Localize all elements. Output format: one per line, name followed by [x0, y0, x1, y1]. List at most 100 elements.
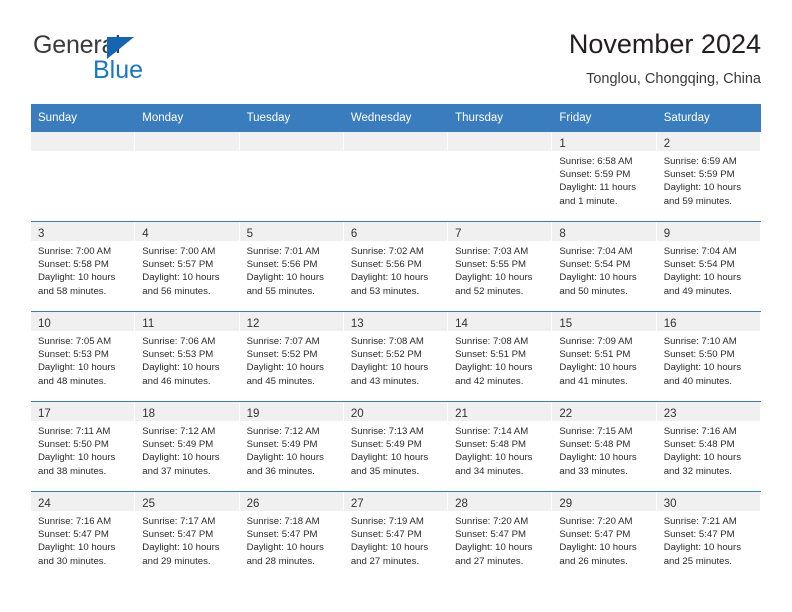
day-info: Sunrise: 7:20 AM Sunset: 5:47 PM Dayligh… — [448, 511, 551, 568]
sunset-text: Sunset: 5:47 PM — [38, 529, 109, 541]
day-cell[interactable]: 14 Sunrise: 7:08 AM Sunset: 5:51 PM Dayl… — [448, 311, 553, 402]
day-info: Sunrise: 7:06 AM Sunset: 5:53 PM Dayligh… — [135, 331, 238, 388]
day-cell[interactable] — [239, 132, 344, 222]
day-cell[interactable] — [343, 132, 449, 222]
day-number: 25 — [142, 498, 156, 510]
sunrise-text: Sunrise: 7:09 AM — [559, 336, 633, 347]
sunset-text: Sunset: 5:47 PM — [663, 529, 735, 541]
day-cell[interactable]: 9 Sunrise: 7:04 AM Sunset: 5:54 PM Dayli… — [656, 221, 761, 312]
daylight-text-line2: and 1 minute. — [559, 195, 618, 207]
day-cell-inner: 1 Sunrise: 6:58 AM Sunset: 5:59 PM Dayli… — [552, 132, 657, 221]
day-cell-inner: 16 Sunrise: 7:10 AM Sunset: 5:50 PM Dayl… — [656, 312, 761, 401]
daylight-text-line2: and 45 minutes. — [246, 375, 315, 387]
day-cell[interactable]: 26 Sunrise: 7:18 AM Sunset: 5:47 PM Dayl… — [239, 491, 344, 581]
day-cell[interactable]: 3 Sunrise: 7:00 AM Sunset: 5:58 PM Dayli… — [31, 221, 136, 312]
daylight-text-line1: Daylight: 10 hours — [246, 272, 324, 284]
day-cell[interactable]: 29 Sunrise: 7:20 AM Sunset: 5:47 PM Dayl… — [552, 491, 657, 581]
day-cell[interactable] — [448, 132, 553, 222]
day-number-band: 17 — [31, 402, 135, 421]
daylight-text-line2: and 33 minutes. — [559, 465, 628, 477]
day-cell-inner: 12 Sunrise: 7:07 AM Sunset: 5:52 PM Dayl… — [239, 312, 344, 401]
day-cell[interactable]: 5 Sunrise: 7:01 AM Sunset: 5:56 PM Dayli… — [239, 221, 344, 312]
day-number-band: 23 — [656, 402, 760, 421]
day-cell[interactable]: 27 Sunrise: 7:19 AM Sunset: 5:47 PM Dayl… — [343, 491, 449, 581]
day-cell[interactable]: 23 Sunrise: 7:16 AM Sunset: 5:48 PM Dayl… — [656, 401, 761, 492]
day-cell[interactable]: 8 Sunrise: 7:04 AM Sunset: 5:54 PM Dayli… — [552, 221, 657, 312]
sunrise-text: Sunrise: 7:10 AM — [663, 336, 737, 347]
week-row: 17 Sunrise: 7:11 AM Sunset: 5:50 PM Dayl… — [31, 401, 761, 492]
day-cell-inner: 10 Sunrise: 7:05 AM Sunset: 5:53 PM Dayl… — [31, 312, 136, 401]
day-number-band: 3 — [31, 222, 135, 241]
sunrise-text: Sunrise: 7:02 AM — [350, 246, 424, 257]
day-cell[interactable]: 28 Sunrise: 7:20 AM Sunset: 5:47 PM Dayl… — [448, 491, 553, 581]
daylight-text-line2: and 36 minutes. — [246, 465, 315, 477]
day-cell[interactable]: 6 Sunrise: 7:02 AM Sunset: 5:56 PM Dayli… — [343, 221, 449, 312]
sunset-text: Sunset: 5:48 PM — [663, 439, 735, 451]
day-cell-inner: 28 Sunrise: 7:20 AM Sunset: 5:47 PM Dayl… — [448, 492, 553, 581]
day-cell[interactable]: 15 Sunrise: 7:09 AM Sunset: 5:51 PM Dayl… — [552, 311, 657, 402]
day-cell[interactable]: 25 Sunrise: 7:17 AM Sunset: 5:47 PM Dayl… — [135, 491, 240, 581]
daylight-text-line2: and 34 minutes. — [455, 465, 524, 477]
day-cell[interactable]: 10 Sunrise: 7:05 AM Sunset: 5:53 PM Dayl… — [31, 311, 136, 402]
day-cell[interactable]: 22 Sunrise: 7:15 AM Sunset: 5:48 PM Dayl… — [552, 401, 657, 492]
day-cell[interactable] — [31, 132, 136, 222]
sunrise-text: Sunrise: 7:04 AM — [559, 246, 633, 257]
day-cell[interactable]: 18 Sunrise: 7:12 AM Sunset: 5:49 PM Dayl… — [135, 401, 240, 492]
sunrise-text: Sunrise: 6:59 AM — [663, 156, 737, 167]
sunrise-text: Sunrise: 7:18 AM — [246, 516, 320, 527]
day-number-band: 18 — [135, 402, 239, 421]
day-number-band: 2 — [656, 132, 760, 151]
sunrise-text: Sunrise: 7:01 AM — [246, 246, 320, 257]
day-number-band: 30 — [656, 492, 760, 511]
sunset-text: Sunset: 5:47 PM — [455, 529, 527, 541]
sunrise-text: Sunrise: 7:16 AM — [38, 516, 112, 527]
day-number: 1 — [559, 138, 566, 150]
day-cell[interactable]: 17 Sunrise: 7:11 AM Sunset: 5:50 PM Dayl… — [31, 401, 136, 492]
day-cell[interactable]: 13 Sunrise: 7:08 AM Sunset: 5:52 PM Dayl… — [343, 311, 449, 402]
week-row: 24 Sunrise: 7:16 AM Sunset: 5:47 PM Dayl… — [31, 491, 761, 581]
general-blue-logo[interactable]: General Blue — [31, 32, 231, 90]
day-cell[interactable]: 4 Sunrise: 7:00 AM Sunset: 5:57 PM Dayli… — [135, 221, 240, 312]
daylight-text-line1: Daylight: 10 hours — [350, 362, 429, 374]
day-cell[interactable]: 1 Sunrise: 6:58 AM Sunset: 5:59 PM Dayli… — [552, 132, 657, 222]
day-info: Sunrise: 7:20 AM Sunset: 5:47 PM Dayligh… — [552, 511, 655, 568]
day-cell[interactable]: 11 Sunrise: 7:06 AM Sunset: 5:53 PM Dayl… — [135, 311, 240, 402]
weekday-header-thursday: Thursday — [448, 104, 553, 132]
day-cell[interactable]: 20 Sunrise: 7:13 AM Sunset: 5:49 PM Dayl… — [343, 401, 449, 492]
day-number: 13 — [350, 318, 364, 330]
day-cell-inner: 23 Sunrise: 7:16 AM Sunset: 5:48 PM Dayl… — [656, 402, 761, 491]
day-number-band — [343, 132, 448, 151]
day-cell[interactable]: 21 Sunrise: 7:14 AM Sunset: 5:48 PM Dayl… — [448, 401, 553, 492]
sunset-text: Sunset: 5:53 PM — [38, 349, 109, 361]
day-cell-inner — [239, 132, 344, 221]
sunrise-text: Sunrise: 7:06 AM — [142, 336, 216, 347]
sunrise-text: Sunrise: 7:00 AM — [142, 246, 216, 257]
day-info: Sunrise: 7:05 AM Sunset: 5:53 PM Dayligh… — [31, 331, 134, 388]
day-cell[interactable]: 30 Sunrise: 7:21 AM Sunset: 5:47 PM Dayl… — [656, 491, 761, 581]
weekday-header-saturday: Saturday — [656, 104, 761, 132]
day-info: Sunrise: 7:08 AM Sunset: 5:51 PM Dayligh… — [448, 331, 551, 388]
daylight-text-line2: and 28 minutes. — [246, 555, 315, 567]
day-cell-inner: 4 Sunrise: 7:00 AM Sunset: 5:57 PM Dayli… — [135, 222, 240, 311]
day-number: 3 — [38, 228, 45, 240]
day-info: Sunrise: 6:58 AM Sunset: 5:59 PM Dayligh… — [552, 151, 655, 208]
day-cell[interactable]: 24 Sunrise: 7:16 AM Sunset: 5:47 PM Dayl… — [31, 491, 136, 581]
day-cell[interactable] — [135, 132, 240, 222]
day-cell[interactable]: 12 Sunrise: 7:07 AM Sunset: 5:52 PM Dayl… — [239, 311, 344, 402]
day-cell[interactable]: 7 Sunrise: 7:03 AM Sunset: 5:55 PM Dayli… — [448, 221, 553, 312]
day-info: Sunrise: 7:14 AM Sunset: 5:48 PM Dayligh… — [448, 421, 551, 478]
day-number: 4 — [142, 228, 149, 240]
sunrise-text: Sunrise: 7:11 AM — [38, 426, 111, 437]
daylight-text-line2: and 26 minutes. — [559, 555, 628, 567]
daylight-text-line2: and 40 minutes. — [663, 375, 732, 387]
day-info — [135, 151, 238, 155]
day-cell[interactable]: 16 Sunrise: 7:10 AM Sunset: 5:50 PM Dayl… — [656, 311, 761, 402]
day-info: Sunrise: 7:09 AM Sunset: 5:51 PM Dayligh… — [552, 331, 655, 388]
sunrise-text: Sunrise: 7:19 AM — [350, 516, 424, 527]
daylight-text-line2: and 52 minutes. — [455, 285, 524, 297]
day-info: Sunrise: 7:12 AM Sunset: 5:49 PM Dayligh… — [240, 421, 343, 478]
week-row: 10 Sunrise: 7:05 AM Sunset: 5:53 PM Dayl… — [31, 311, 761, 402]
day-cell[interactable]: 19 Sunrise: 7:12 AM Sunset: 5:49 PM Dayl… — [239, 401, 344, 492]
day-cell[interactable]: 2 Sunrise: 6:59 AM Sunset: 5:59 PM Dayli… — [656, 132, 761, 222]
sunset-text: Sunset: 5:54 PM — [663, 259, 735, 271]
